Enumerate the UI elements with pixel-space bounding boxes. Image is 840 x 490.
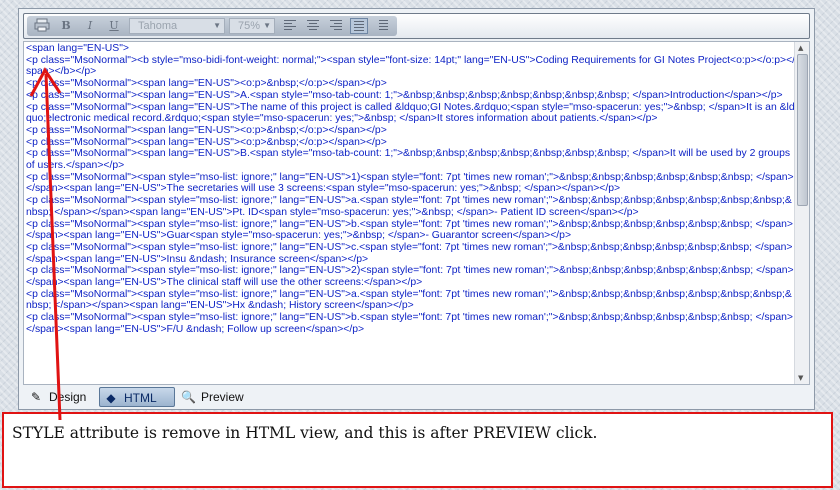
source-line: <p class="MsoNormal"><span lang="EN-US">… [26, 89, 783, 101]
view-mode-tabs: ✎ Design ◆ HTML 🔍 Preview [23, 387, 810, 407]
source-line: <p class="MsoNormal"><span style="mso-li… [26, 171, 794, 195]
source-line: <span lang="EN-US"> [26, 43, 129, 54]
tab-preview[interactable]: 🔍 Preview [181, 387, 261, 407]
align-right-icon[interactable] [327, 18, 345, 34]
html-source-view[interactable]: <span lang="EN-US"> <p class="MsoNormal">… [23, 41, 810, 385]
scroll-up-icon[interactable]: ▲ [798, 44, 803, 52]
source-line: <p class="MsoNormal"><span lang="EN-US">… [26, 78, 387, 90]
source-line: <p class="MsoNormal"><span style="mso-li… [26, 265, 794, 289]
source-line: <p class="MsoNormal"><span lang="EN-US">… [26, 101, 795, 125]
zoom-value: 75% [238, 20, 261, 32]
align-justify-icon[interactable] [350, 18, 368, 34]
annotation-text: STYLE attribute is remove in HTML view, … [12, 424, 598, 442]
vertical-scrollbar[interactable]: ▲ ▼ [794, 42, 809, 384]
font-family-value: Tahoma [138, 20, 178, 32]
source-line: <p class="MsoNormal"><span lang="EN-US">… [26, 124, 387, 136]
source-line: <p class="MsoNormal"><span lang="EN-US">… [26, 148, 793, 172]
tab-preview-label: Preview [201, 390, 244, 404]
align-center-icon[interactable] [304, 18, 322, 34]
source-line: <p class="MsoNormal"><span style="mso-li… [26, 241, 793, 265]
print-icon[interactable] [33, 18, 51, 34]
font-family-select[interactable]: Tahoma ▼ [129, 18, 225, 34]
source-line: <p class="MsoNormal"><span style="mso-li… [26, 195, 792, 218]
annotation-box: STYLE attribute is remove in HTML view, … [2, 412, 833, 488]
html-editor: B I U Tahoma ▼ 75% ▼ <span lang="EN-US">… [18, 8, 815, 410]
source-line: <p class="MsoNormal"><b style="mso-bidi-… [26, 54, 796, 78]
chevron-down-icon: ▼ [213, 21, 221, 30]
tab-design-label: Design [49, 390, 87, 404]
source-line: <p class="MsoNormal"><span style="mso-li… [26, 288, 792, 312]
source-line: <p class="MsoNormal"><span style="mso-li… [26, 312, 794, 335]
tab-html-label: HTML [124, 391, 157, 405]
toolbar-group: B I U Tahoma ▼ 75% ▼ [27, 16, 397, 36]
tab-design[interactable]: ✎ Design [29, 387, 95, 407]
editor-toolbar: B I U Tahoma ▼ 75% ▼ [23, 13, 810, 39]
italic-button[interactable]: I [81, 18, 99, 34]
code-icon: ◆ [106, 391, 116, 405]
html-source-text[interactable]: <span lang="EN-US"> <p class="MsoNormal">… [26, 43, 796, 336]
pencil-icon: ✎ [30, 390, 42, 404]
align-left-icon[interactable] [281, 18, 299, 34]
scroll-thumb[interactable] [797, 54, 808, 206]
scroll-down-icon[interactable]: ▼ [798, 374, 803, 382]
magnifier-icon: 🔍 [181, 390, 196, 404]
source-line: <p class="MsoNormal"><span style="mso-li… [26, 218, 794, 242]
tab-html[interactable]: ◆ HTML [99, 387, 175, 407]
underline-button[interactable]: U [105, 18, 123, 34]
chevron-down-icon: ▼ [263, 21, 271, 30]
source-line: <p class="MsoNormal"><span lang="EN-US">… [26, 136, 387, 148]
list-icon[interactable] [373, 18, 391, 34]
bold-button[interactable]: B [57, 18, 75, 34]
zoom-select[interactable]: 75% ▼ [229, 18, 275, 34]
